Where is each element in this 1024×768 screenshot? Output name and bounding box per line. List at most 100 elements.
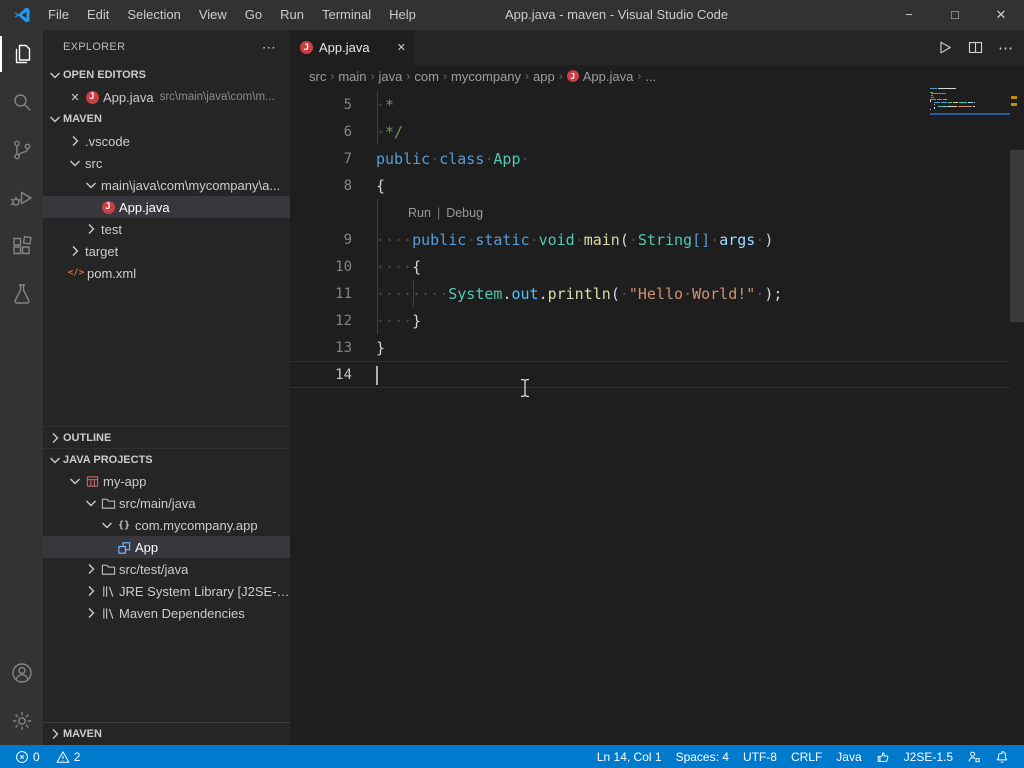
menu-edit[interactable]: Edit [78,0,118,30]
menu-view[interactable]: View [190,0,236,30]
sidebar-more-actions-icon[interactable]: ⋯ [262,39,276,56]
code-line-7[interactable]: 7public·class·App· [290,145,1010,172]
breadcrumb-item-com[interactable]: com [413,69,440,84]
java-projects-tree-item-com-mycompany-app[interactable]: {}com.mycompany.app [43,514,290,536]
line-number: 12 [290,313,352,329]
section-header-maven-lifecycle[interactable]: MAVEN [43,723,290,745]
close-editor-icon[interactable]: ✕ [67,91,83,104]
status-problems-warnings[interactable]: 2 [49,745,88,768]
tab-close-icon[interactable]: ✕ [397,41,406,54]
status-cursor-position[interactable]: Ln 14, Col 1 [590,745,669,768]
status-java-status[interactable] [869,745,897,768]
java-projects-tree-item-src-test-java[interactable]: src/test/java [43,558,290,580]
chevron-down-icon [47,67,63,83]
code-line-9[interactable]: 9····public·static·void·main(·String[]·a… [290,226,1010,253]
activitybar-search[interactable] [0,78,43,126]
status-indentation[interactable]: Spaces: 4 [669,745,736,768]
breadcrumb-item-main[interactable]: main [337,69,367,84]
maven-tree-item-main-java-com-mycompany-a[interactable]: main\java\com\mycompany\a... [43,174,290,196]
codelens-run[interactable]: Run [408,206,431,220]
menu-file[interactable]: File [39,0,78,30]
status-eol[interactable]: CRLF [784,745,829,768]
status-label: Ln 14, Col 1 [597,750,662,764]
section-header-maven[interactable]: MAVEN [43,108,290,130]
section-header-java-projects[interactable]: JAVA PROJECTS [43,448,290,470]
testing-icon [10,282,34,306]
window-title: App.java - maven - Visual Studio Code [505,0,728,30]
extensions-icon [10,234,34,258]
minimap[interactable] [930,88,1010,113]
java-projects-tree-item-maven-dependencies[interactable]: Maven Dependencies [43,602,290,624]
status-problems-errors[interactable]: 0 [8,745,47,768]
code-line-11[interactable]: 11········System.out.println(·"Hello·Wor… [290,280,1010,307]
breadcrumb-separator: › [403,69,413,83]
status-encoding[interactable]: UTF-8 [736,745,784,768]
manage-icon [10,709,34,733]
code-line-5[interactable]: 5·* [290,91,1010,118]
status-label: CRLF [791,750,822,764]
breadcrumb-item-app[interactable]: app [532,69,556,84]
item-label: pom.xml [87,266,136,281]
activitybar-accounts[interactable] [0,649,43,697]
breadcrumb-label: com [414,69,439,84]
activitybar-testing[interactable] [0,270,43,318]
java-projects-tree-item-my-app[interactable]: my-app [43,470,290,492]
java-projects-tree-item-jre-system-library-j2se-1-5[interactable]: JRE System Library [J2SE-1.5] [43,580,290,602]
menu-selection[interactable]: Selection [118,0,189,30]
java-projects-tree-item-src-main-java[interactable]: src/main/java [43,492,290,514]
status-feedback[interactable] [960,745,988,768]
code-line-13[interactable]: 13} [290,334,1010,361]
section-header-outline[interactable]: OUTLINE [43,426,290,448]
status-language-mode[interactable]: Java [829,745,868,768]
breadcrumb-item-mycompany[interactable]: mycompany [450,69,522,84]
xml-file-icon: </> [67,265,85,281]
item-label: .vscode [85,134,130,149]
activitybar-manage[interactable] [0,697,43,745]
chevron-right-icon [67,243,83,259]
status-java-runtime[interactable]: J2SE-1.5 [897,745,960,768]
activitybar-source-control[interactable] [0,126,43,174]
more-actions-button[interactable]: ⋯ [998,39,1014,57]
code-line-14[interactable]: 14 [290,361,1010,388]
breadcrumb-item-app-java[interactable]: JApp.java [566,69,635,84]
code-line-8[interactable]: 8{ [290,172,1010,199]
code-line-12[interactable]: 12····} [290,307,1010,334]
breadcrumb-item-src[interactable]: src [308,69,327,84]
maven-tree-item-app-java[interactable]: JApp.java [43,196,290,218]
section-header-open-editors[interactable]: OPEN EDITORS [43,64,290,86]
breadcrumb-item-[interactable]: ... [644,69,657,84]
menu-help[interactable]: Help [380,0,425,30]
tab-app-java[interactable]: J App.java ✕ [290,30,414,65]
menu-run[interactable]: Run [271,0,313,30]
activitybar-extensions[interactable] [0,222,43,270]
split-editor-button[interactable] [967,39,984,56]
java-projects-tree-item-app[interactable]: App [43,536,290,558]
breadcrumb-label: ... [645,69,656,84]
maven-tree-item-test[interactable]: test [43,218,290,240]
maven-tree-item-pom-xml[interactable]: </>pom.xml [43,262,290,284]
maven-tree-item-src[interactable]: src [43,152,290,174]
status-value: 2 [74,750,81,764]
maximize-button[interactable]: □ [932,0,978,30]
scrollbar-thumb[interactable] [1010,150,1024,322]
codelens-debug[interactable]: Debug [446,206,483,220]
code-line-6[interactable]: 6·*/ [290,118,1010,145]
editor-scrollbar[interactable] [1010,87,1024,745]
maven-tree-item-target[interactable]: target [43,240,290,262]
item-label: test [101,222,122,237]
run-button[interactable] [936,39,953,56]
close-button[interactable]: ✕ [978,0,1024,30]
code-editor[interactable]: * Hello world!5·*6·*/7public·class·App·8… [290,87,1024,745]
breadcrumb-item-java[interactable]: java [378,69,404,84]
maven-tree-item-vscode[interactable]: .vscode [43,130,290,152]
menu-go[interactable]: Go [236,0,271,30]
activitybar-run-and-debug[interactable] [0,174,43,222]
java-file-icon: J [99,199,117,215]
activitybar-explorer[interactable] [0,30,43,78]
minimize-button[interactable]: − [886,0,932,30]
open-editor-item-app-java[interactable]: ✕JApp.javasrc\main\java\com\m... [43,86,290,108]
status-notifications[interactable] [988,745,1016,768]
code-line-10[interactable]: 10····{ [290,253,1010,280]
section-label: OUTLINE [63,432,111,444]
menu-terminal[interactable]: Terminal [313,0,380,30]
